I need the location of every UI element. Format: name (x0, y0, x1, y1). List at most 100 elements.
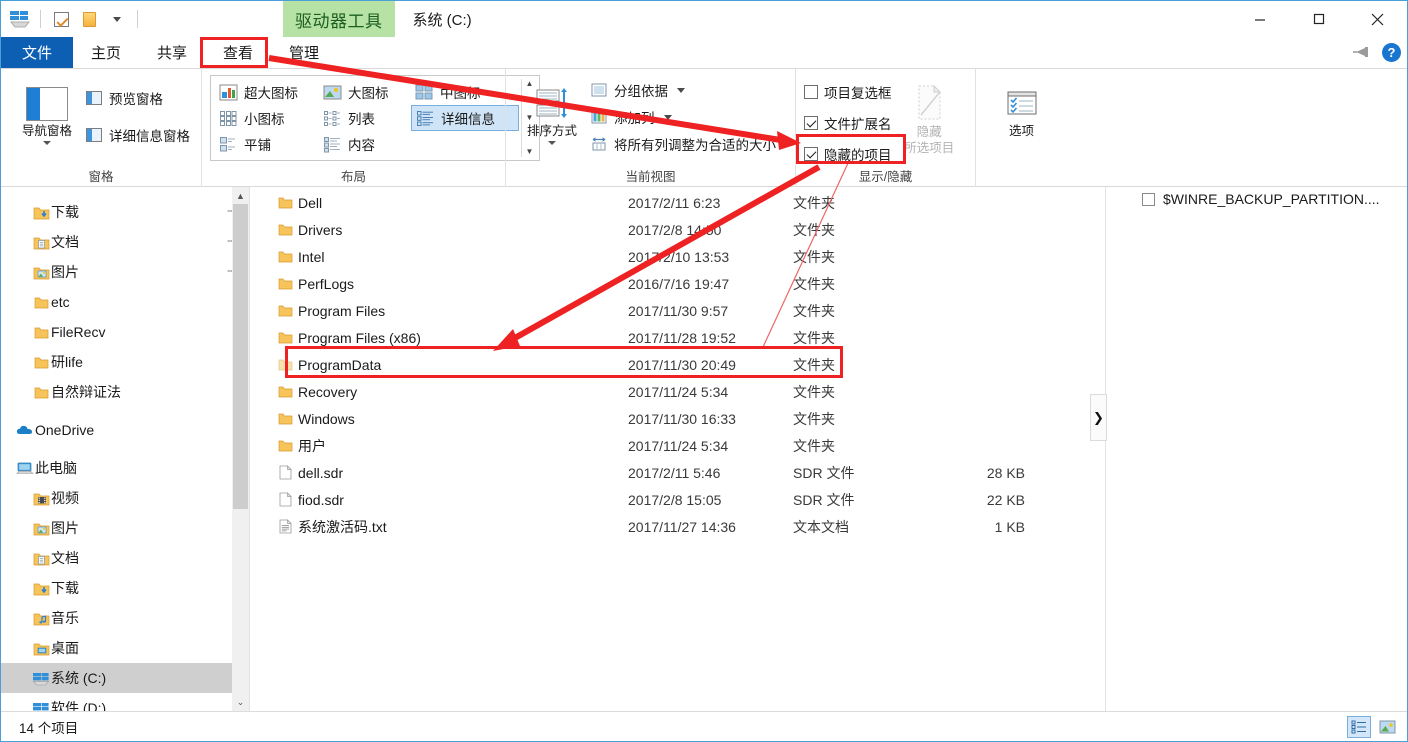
large-icons-view-toggle[interactable] (1375, 716, 1399, 738)
new-folder-icon[interactable] (78, 8, 100, 30)
sidebar-item-videos[interactable]: 视频 (1, 483, 249, 513)
table-row[interactable]: Program Files 2017/11/30 9:57 文件夹 (250, 297, 1105, 324)
add-columns-label: 添加列 (614, 111, 655, 126)
layout-small-icons[interactable]: 小图标 (215, 105, 319, 131)
tab-manage[interactable]: 管理 (271, 37, 337, 68)
scroll-up-icon[interactable]: ▲ (232, 187, 249, 204)
layout-tiles[interactable]: 平铺 (215, 131, 319, 157)
folder-icon (272, 196, 298, 210)
partition-list-item[interactable]: $WINRE_BACKUP_PARTITION.... (1106, 187, 1407, 207)
minimize-button[interactable] (1230, 1, 1289, 37)
folder-icon (272, 250, 298, 264)
navigation-pane-button[interactable]: 导航窗格 (9, 77, 85, 146)
table-row[interactable]: PerfLogs 2016/7/16 19:47 文件夹 (250, 270, 1105, 297)
customize-chevron-icon[interactable] (106, 8, 128, 30)
sort-by-button[interactable]: 排序方式 (514, 77, 590, 146)
tab-file[interactable]: 文件 (1, 37, 73, 68)
sidebar-item-system-c[interactable]: 系统 (C:) (1, 663, 249, 693)
sidebar-item-pictures-quick[interactable]: 图片 (1, 257, 249, 287)
add-columns-chevron-icon[interactable] (663, 114, 672, 120)
table-row[interactable]: 系统激活码.txt 2017/11/27 14:36 文本文档 1 KB (250, 513, 1105, 540)
size-all-columns-button[interactable]: 将所有列调整为合适的大小 (590, 133, 776, 155)
ribbon-group-current-view: 排序方式 分组依据 添加列 将所有列调整为合适的大小 当前视图 (505, 69, 795, 187)
navigation-pane-scrollbar[interactable]: ▲ ⌄ (232, 187, 249, 711)
scrollbar-thumb[interactable] (233, 204, 248, 509)
chevron-down-icon-sort[interactable] (548, 141, 556, 146)
table-row[interactable]: Drivers 2017/2/8 14:50 文件夹 (250, 216, 1105, 243)
hide-selected-items-button[interactable]: 隐藏 所选项目 (892, 77, 968, 156)
folder-icon (272, 277, 298, 291)
sidebar-item-desktop[interactable]: 桌面 (1, 633, 249, 663)
layout-large-icons[interactable]: 大图标 (319, 79, 411, 105)
table-row[interactable]: dell.sdr 2017/2/11 5:46 SDR 文件 28 KB (250, 459, 1105, 486)
layout-medium-icons[interactable]: 中图标 (411, 79, 519, 105)
navigation-pane: 下载 文档 图片 etc FileRecv 研life 自然辩证法 OneDri… (1, 187, 249, 711)
drive-tools-context-tab[interactable]: 驱动器工具 (283, 1, 395, 37)
tab-view[interactable]: 查看 (205, 37, 272, 68)
tab-home[interactable]: 主页 (73, 37, 139, 68)
sidebar-item-downloads-quick[interactable]: 下载 (1, 197, 249, 227)
sidebar-item-downloads[interactable]: 下载 (1, 573, 249, 603)
folder-icon (272, 331, 298, 345)
preview-pane-button[interactable]: 预览窗格 (85, 87, 190, 109)
table-row[interactable]: Windows 2017/11/30 16:33 文件夹 (250, 405, 1105, 432)
scroll-down-icon[interactable]: ⌄ (232, 694, 249, 711)
sidebar-label: 此电脑 (35, 460, 77, 476)
layout-extra-large-icons[interactable]: 超大图标 (215, 79, 319, 105)
layout-details[interactable]: 详细信息 (411, 105, 519, 131)
chevron-down-icon[interactable] (43, 141, 51, 146)
close-button[interactable] (1348, 1, 1407, 37)
sidebar-item-music[interactable]: 音乐 (1, 603, 249, 633)
file-name: Program Files (x86) (298, 329, 421, 346)
file-name: dell.sdr (298, 464, 344, 481)
help-icon[interactable]: ? (1382, 42, 1401, 62)
table-row[interactable]: 用户 2017/11/24 5:34 文件夹 (250, 432, 1105, 459)
tab-share[interactable]: 共享 (139, 37, 205, 68)
add-columns-icon (590, 109, 608, 126)
sidebar-item-filerecv[interactable]: FileRecv (1, 317, 249, 347)
hidden-items-checkbox[interactable] (804, 147, 818, 161)
group-by-button[interactable]: 分组依据 (590, 79, 776, 101)
table-row[interactable]: Recovery 2017/11/24 5:34 文件夹 (250, 378, 1105, 405)
expand-pane-button[interactable]: ❯ (1090, 394, 1107, 441)
file-date: 2017/2/8 14:50 (628, 221, 722, 238)
table-row-programdata[interactable]: ProgramData 2017/11/30 20:49 文件夹 (250, 351, 1105, 378)
table-row[interactable]: Program Files (x86) 2017/11/28 19:52 文件夹 (250, 324, 1105, 351)
table-row[interactable]: Intel 2017/2/10 13:53 文件夹 (250, 243, 1105, 270)
table-row[interactable]: fiod.sdr 2017/2/8 15:05 SDR 文件 22 KB (250, 486, 1105, 513)
partition-checkbox[interactable] (1142, 192, 1155, 206)
options-button[interactable]: 选项 (984, 77, 1059, 138)
layout-content[interactable]: 内容 (319, 131, 411, 157)
group-by-chevron-icon[interactable] (677, 87, 685, 93)
pin-ribbon-icon[interactable] (1350, 41, 1372, 63)
add-columns-button[interactable]: 添加列 (590, 106, 776, 128)
sidebar-item-this-pc[interactable]: 此电脑 (1, 453, 249, 483)
sidebar-item-onedrive[interactable]: OneDrive (1, 415, 249, 445)
item-checkboxes-option[interactable]: 项目复选框 (804, 81, 892, 103)
sidebar-item-yanlife[interactable]: 研life (1, 347, 249, 377)
drive-properties-icon[interactable] (9, 8, 31, 30)
sidebar-item-documents[interactable]: 文档 (1, 543, 249, 573)
hide-selected-items-line2: 所选项目 (904, 141, 955, 156)
sidebar-item-documents-quick[interactable]: 文档 (1, 227, 249, 257)
file-extensions-checkbox[interactable] (804, 116, 818, 130)
layout-gallery: 超大图标 大图标 中图标 小图标 列表 详细信息 平铺 内容 ▲ ▼ ▼ (210, 75, 540, 161)
sidebar-item-software-d[interactable]: 软件 (D:) (1, 693, 249, 711)
details-view-toggle[interactable] (1347, 715, 1371, 738)
sidebar-label: 视频 (51, 490, 79, 506)
small-icons-icon (219, 110, 238, 127)
sidebar-item-etc[interactable]: etc (1, 287, 249, 317)
table-row[interactable]: Dell 2017/2/11 6:23 文件夹 (250, 189, 1105, 216)
sidebar-item-ziranbianzhengfa[interactable]: 自然辩证法 (1, 377, 249, 407)
layout-list[interactable]: 列表 (319, 105, 411, 131)
hidden-items-option[interactable]: 隐藏的项目 (804, 143, 892, 165)
details-pane-button[interactable]: 详细信息窗格 (85, 124, 190, 146)
maximize-button[interactable] (1289, 1, 1348, 37)
item-checkboxes-checkbox[interactable] (804, 85, 818, 99)
file-extensions-option[interactable]: 文件扩展名 (804, 112, 892, 134)
file-date: 2017/2/11 6:23 (628, 194, 721, 211)
layout-small-icons-label: 小图标 (244, 112, 285, 127)
checkbox-properties-icon[interactable] (50, 8, 72, 30)
sidebar-label: 音乐 (51, 610, 79, 626)
sidebar-item-pictures[interactable]: 图片 (1, 513, 249, 543)
